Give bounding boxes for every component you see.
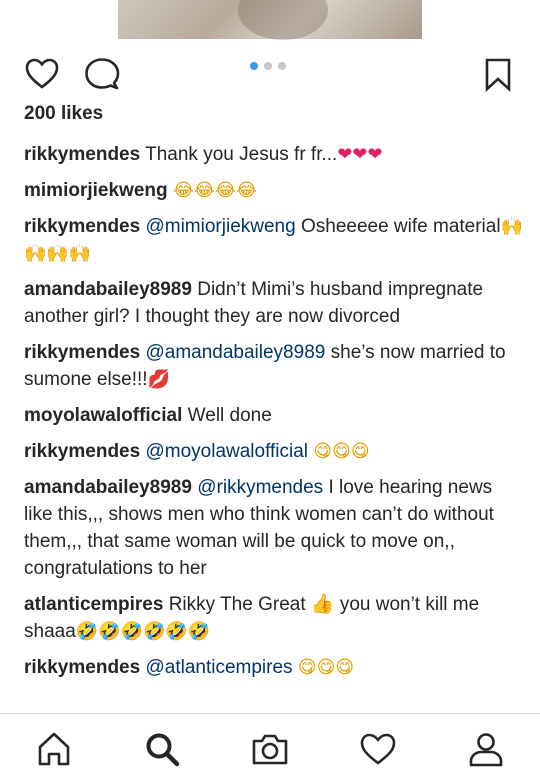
comment-username[interactable]: amandabailey8989 <box>24 477 192 498</box>
comment-username[interactable]: amandabailey8989 <box>24 279 192 300</box>
carousel-dot-active <box>250 62 258 70</box>
profile-icon[interactable] <box>467 730 505 768</box>
comment-mention[interactable]: @amandabailey8989 <box>145 342 325 363</box>
post-actions-bar <box>0 52 540 92</box>
comment-text: Osheeeee wife material <box>300 216 501 237</box>
comment-emoji: 😋😋😋 <box>297 657 355 678</box>
heart-icon[interactable] <box>24 56 60 92</box>
comment-emoji: 🤣🤣🤣🤣🤣🤣 <box>75 621 211 642</box>
comment-item: amandabailey8989 @rikkymendes I love hea… <box>24 474 524 582</box>
comment-username[interactable]: rikkymendes <box>24 144 140 165</box>
post-photo[interactable] <box>118 0 422 40</box>
comment-emoji: 😂😂😂😂 <box>172 180 258 201</box>
comment-item: atlanticempires Rikky The Great 👍 you wo… <box>24 591 524 645</box>
comment-username[interactable]: rikkymendes <box>24 216 140 237</box>
comment-mention[interactable]: @moyolawalofficial <box>145 441 308 462</box>
comment-username[interactable]: atlanticempires <box>24 594 163 615</box>
likes-count[interactable]: 200 likes <box>24 103 103 125</box>
comment-username[interactable]: rikkymendes <box>24 342 140 363</box>
comment-text: Thank you Jesus fr fr... <box>145 144 338 165</box>
comment-item: mimiorjiekweng 😂😂😂😂 <box>24 177 524 204</box>
comment-username[interactable]: mimiorjiekweng <box>24 180 168 201</box>
comment-mention[interactable]: @atlanticempires <box>145 657 292 678</box>
bookmark-icon[interactable] <box>480 56 516 92</box>
activity-heart-icon[interactable] <box>359 730 397 768</box>
speech-bubble-icon[interactable] <box>84 56 120 92</box>
home-icon[interactable] <box>35 730 73 768</box>
comment-item: rikkymendes @mimiorjiekweng Osheeeee wif… <box>24 213 524 267</box>
comment-emoji: 💋 <box>147 369 170 390</box>
comment-item: moyolawalofficial Well done <box>24 402 524 429</box>
comment-item: rikkymendes @moyolawalofficial 😋😋😋 <box>24 438 524 465</box>
search-icon[interactable] <box>143 730 181 768</box>
comment-mention[interactable]: @rikkymendes <box>197 477 323 498</box>
comment-list: rikkymendes Thank you Jesus fr fr...❤❤❤ … <box>24 141 524 690</box>
bottom-navigation <box>0 713 540 779</box>
comment-mention[interactable]: @mimiorjiekweng <box>145 216 295 237</box>
comment-username[interactable]: rikkymendes <box>24 657 140 678</box>
comment-username[interactable]: rikkymendes <box>24 441 140 462</box>
comment-item: rikkymendes @amandabailey8989 she’s now … <box>24 339 524 393</box>
comment-text: Well done <box>187 405 272 426</box>
comment-item: rikkymendes @atlanticempires 😋😋😋 <box>24 654 524 681</box>
post-image-strip[interactable] <box>0 0 540 40</box>
comment-username[interactable]: moyolawalofficial <box>24 405 182 426</box>
comment-emoji: ❤❤❤ <box>337 144 383 165</box>
comment-item: amandabailey8989 Didn’t Mimi’s husband i… <box>24 276 524 330</box>
carousel-dot <box>264 62 272 70</box>
comment-item: rikkymendes Thank you Jesus fr fr...❤❤❤ <box>24 141 524 168</box>
carousel-dot <box>278 62 286 70</box>
camera-icon[interactable] <box>251 730 289 768</box>
comment-emoji: 😋😋😋 <box>313 441 370 462</box>
carousel-indicator <box>250 62 286 70</box>
